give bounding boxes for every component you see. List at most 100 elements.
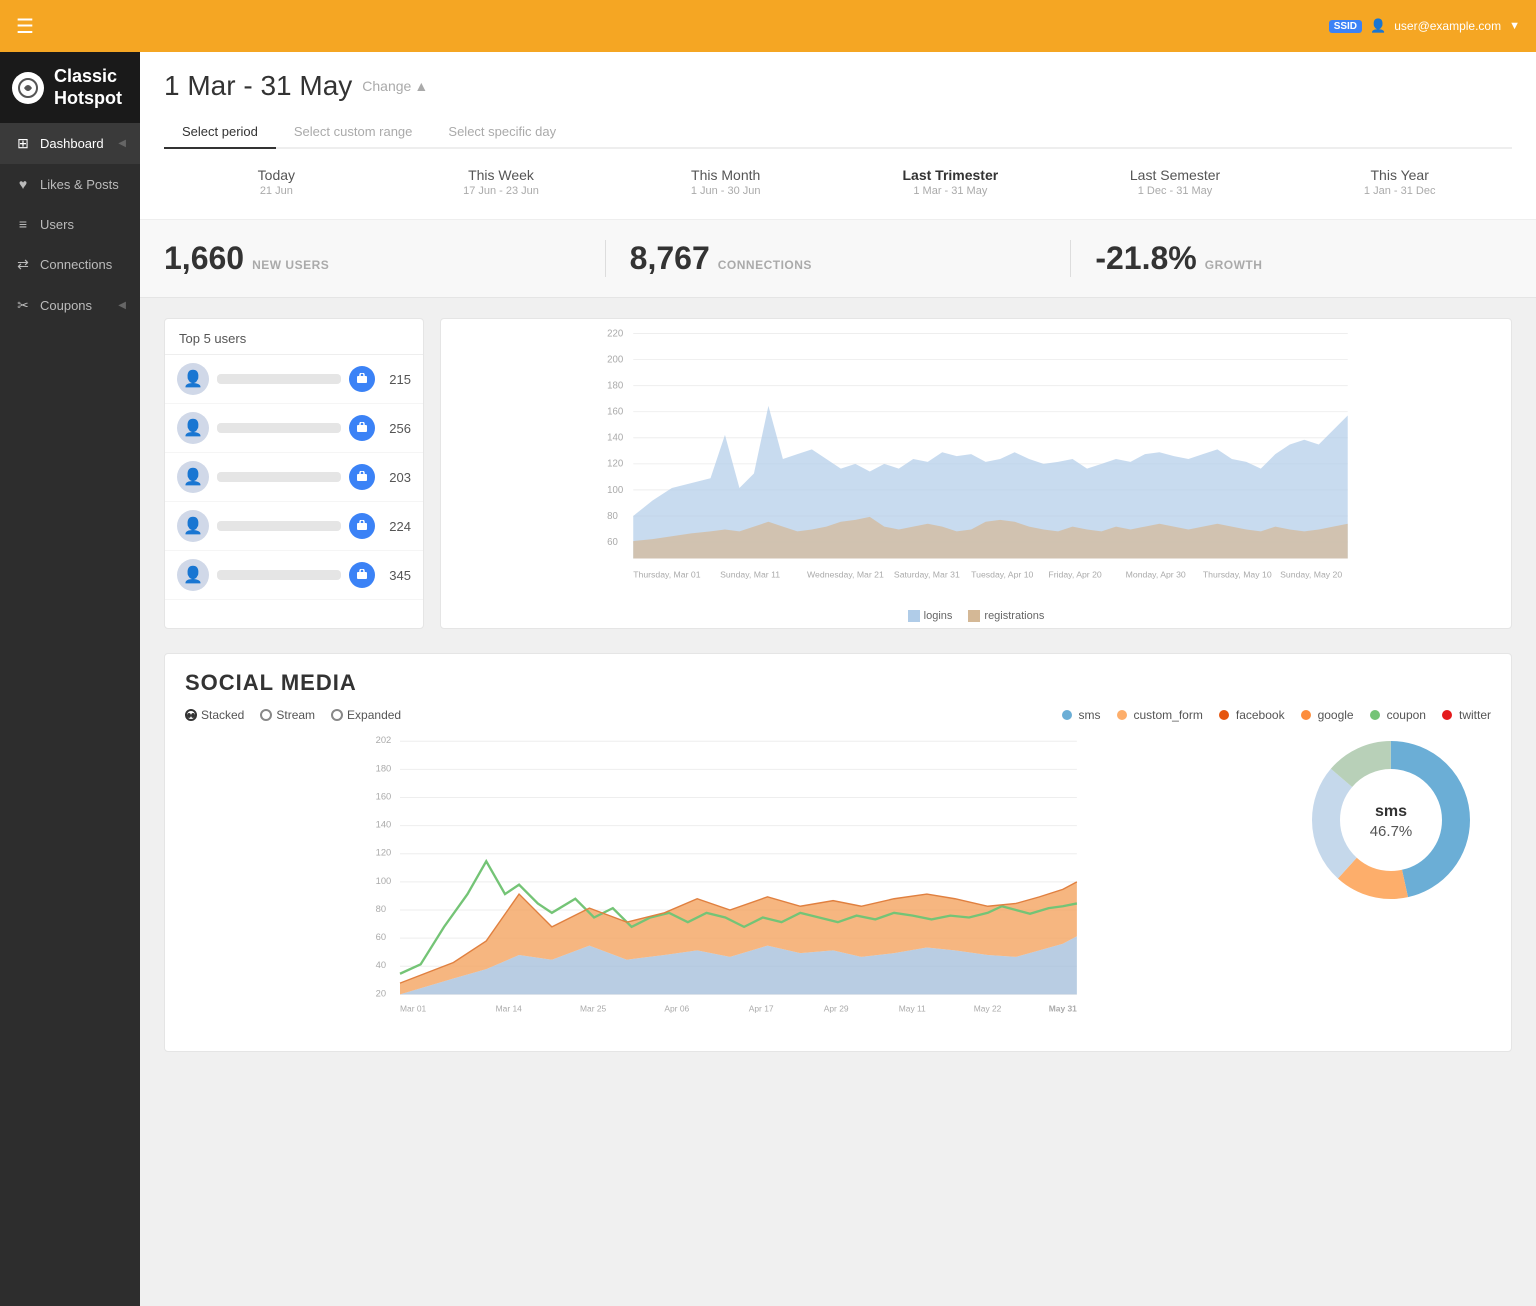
stream-radio — [260, 709, 272, 721]
svg-text:Mar 01: Mar 01 — [400, 1003, 427, 1013]
period-today[interactable]: Today 21 Jun — [164, 161, 389, 203]
sidebar-logo: Classic Hotspot — [0, 52, 140, 123]
sidebar-collapse-arrow: ◀ — [118, 138, 126, 149]
period-this-year[interactable]: This Year 1 Jan - 31 Dec — [1287, 161, 1512, 203]
svg-text:Monday, Apr 30: Monday, Apr 30 — [1126, 570, 1186, 580]
legend-sms: sms — [1062, 708, 1101, 722]
sidebar-item-likes-posts[interactable]: ♥ Likes & Posts — [0, 164, 140, 204]
header-left: ☰ — [16, 14, 34, 39]
donut-chart-area: sms 46.7% — [1291, 730, 1491, 910]
user-badge — [349, 513, 375, 539]
period-tabs: Select period Select custom range Select… — [164, 116, 1512, 149]
header-dropdown-arrow[interactable]: ▼ — [1509, 20, 1520, 32]
social-media-section: SOCIAL MEDIA Stacked Stream Expanded — [164, 653, 1512, 1052]
svg-text:Saturday, Mar 31: Saturday, Mar 31 — [894, 570, 960, 580]
connections-value: 8,767 — [630, 240, 710, 277]
sms-dot — [1062, 710, 1072, 720]
svg-text:20: 20 — [376, 988, 386, 998]
table-row: 👤 345 — [165, 551, 423, 600]
svg-text:40: 40 — [376, 960, 386, 970]
svg-text:May 22: May 22 — [974, 1003, 1002, 1013]
stat-connections: 8,767 CONNECTIONS — [630, 240, 1047, 277]
twitter-label: twitter — [1459, 708, 1491, 722]
sidebar-item-connections[interactable]: ⇄ Connections — [0, 244, 140, 285]
legend-custom-form: custom_form — [1117, 708, 1203, 722]
main-chart: 220 200 180 160 140 120 100 80 60 — [440, 318, 1512, 629]
registrations-legend-label: registrations — [984, 610, 1044, 622]
svg-text:200: 200 — [607, 354, 623, 365]
avatar: 👤 — [177, 363, 209, 395]
view-expanded[interactable]: Expanded — [331, 708, 401, 722]
social-controls: Stacked Stream Expanded sms — [185, 708, 1491, 722]
sidebar: Classic Hotspot ⊞ Dashboard ◀ ♥ Likes & … — [0, 52, 140, 1306]
social-media-title: SOCIAL MEDIA — [185, 670, 1491, 696]
user-name-blur — [217, 374, 341, 384]
svg-text:Mar 25: Mar 25 — [580, 1003, 607, 1013]
social-chart-svg: 202 180 160 140 120 100 80 60 40 20 — [185, 730, 1275, 1030]
custom-form-dot — [1117, 710, 1127, 720]
logins-color-swatch — [908, 610, 920, 622]
sidebar-coupons-label: Coupons — [40, 298, 92, 313]
table-row: 👤 203 — [165, 453, 423, 502]
user-count: 345 — [383, 568, 411, 583]
sidebar-likes-label: Likes & Posts — [40, 177, 119, 192]
sidebar-nav: ⊞ Dashboard ◀ ♥ Likes & Posts ≡ Users ⇄ … — [0, 123, 140, 1306]
svg-text:May 31: May 31 — [1049, 1003, 1077, 1013]
stacked-label: Stacked — [201, 708, 244, 722]
svg-text:202: 202 — [376, 735, 392, 745]
avatar: 👤 — [177, 510, 209, 542]
stream-label: Stream — [276, 708, 315, 722]
dashboard-icon: ⊞ — [14, 135, 32, 152]
svg-text:60: 60 — [376, 932, 386, 942]
period-this-week[interactable]: This Week 17 Jun - 23 Jun — [389, 161, 614, 203]
svg-text:160: 160 — [607, 407, 623, 418]
sidebar-item-users[interactable]: ≡ Users — [0, 204, 140, 244]
top5-box: Top 5 users 👤 215 👤 — [164, 318, 424, 629]
custom-form-label: custom_form — [1134, 708, 1203, 722]
period-last-semester[interactable]: Last Semester 1 Dec - 31 May — [1063, 161, 1288, 203]
dashboard-body: Top 5 users 👤 215 👤 — [140, 298, 1536, 1072]
legend-facebook: facebook — [1219, 708, 1285, 722]
legend-google: google — [1301, 708, 1354, 722]
sidebar-item-dashboard[interactable]: ⊞ Dashboard ◀ — [0, 123, 140, 164]
date-header: 1 Mar - 31 May Change ▲ Select period Se… — [140, 52, 1536, 149]
logins-chart-svg: 220 200 180 160 140 120 100 80 60 — [441, 319, 1511, 599]
user-count: 224 — [383, 519, 411, 534]
svg-text:140: 140 — [607, 433, 623, 444]
view-stacked[interactable]: Stacked — [185, 708, 244, 722]
stat-divider-1 — [605, 240, 606, 277]
avatar: 👤 — [177, 412, 209, 444]
tab-select-specific-day[interactable]: Select specific day — [430, 116, 574, 149]
table-row: 👤 256 — [165, 404, 423, 453]
view-stream[interactable]: Stream — [260, 708, 315, 722]
new-users-value: 1,660 — [164, 240, 244, 277]
user-email: user@example.com — [1394, 19, 1501, 33]
svg-text:46.7%: 46.7% — [1370, 823, 1413, 840]
date-range-label: 1 Mar - 31 May — [164, 70, 352, 102]
coupon-label: coupon — [1387, 708, 1426, 722]
svg-text:180: 180 — [607, 381, 623, 392]
expanded-label: Expanded — [347, 708, 401, 722]
svg-text:Wednesday, Mar 21: Wednesday, Mar 21 — [807, 570, 884, 580]
avatar: 👤 — [177, 559, 209, 591]
period-last-trimester[interactable]: Last Trimester 1 Mar - 31 May — [838, 161, 1063, 203]
avatar: 👤 — [177, 461, 209, 493]
change-link[interactable]: Change ▲ — [362, 78, 428, 94]
svg-text:100: 100 — [376, 876, 392, 886]
connections-icon: ⇄ — [14, 256, 32, 273]
header-right: SSID 👤 user@example.com ▼ — [1329, 18, 1520, 34]
hamburger-button[interactable]: ☰ — [16, 14, 34, 39]
period-this-month[interactable]: This Month 1 Jun - 30 Jun — [613, 161, 838, 203]
stat-growth: -21.8% GROWTH — [1095, 240, 1512, 277]
svg-text:180: 180 — [376, 763, 392, 773]
sidebar-item-coupons[interactable]: ✂ Coupons ◀ — [0, 285, 140, 326]
svg-text:120: 120 — [607, 459, 623, 470]
legend-twitter: twitter — [1442, 708, 1491, 722]
tab-select-custom-range[interactable]: Select custom range — [276, 116, 431, 149]
svg-text:60: 60 — [607, 537, 618, 548]
svg-text:100: 100 — [607, 485, 623, 496]
tab-select-period[interactable]: Select period — [164, 116, 276, 149]
sidebar-dashboard-label: Dashboard — [40, 136, 104, 151]
user-name-blur — [217, 570, 341, 580]
svg-text:Apr 17: Apr 17 — [749, 1003, 774, 1013]
